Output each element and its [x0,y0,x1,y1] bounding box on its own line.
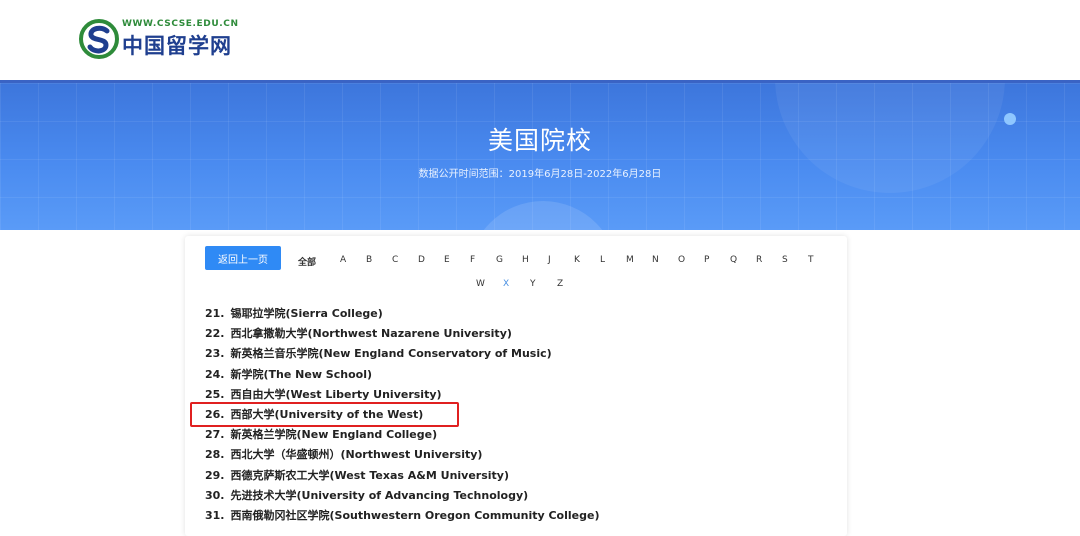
back-button[interactable]: 返回上一页 [205,246,281,270]
filter-letter-r[interactable]: R [756,255,762,265]
site-logo[interactable]: WWW.CSCSE.EDU.CN 中国留学网 [78,16,238,62]
list-item[interactable]: 31. 西南俄勒冈社区学院(Southwestern Oregon Communi… [205,506,599,526]
filter-letter-x[interactable]: X [503,279,509,289]
school-list-card: 返回上一页 全部 A B C D E F G H J K L M N O P Q R S T W X Y Z 21. 锡耶拉学… [185,236,847,536]
school-name-link[interactable]: 西德克萨斯农工大学(West Texas A&M University) [231,469,510,482]
list-item-number: 31. [205,508,225,522]
filter-letter-l[interactable]: L [600,255,605,265]
list-item-number: 23. [205,347,225,361]
filter-letter-d[interactable]: D [418,255,425,265]
school-name-link[interactable]: 新学院(The New School) [231,368,373,381]
filter-letter-a[interactable]: A [340,255,346,265]
filter-letter-w[interactable]: W [476,279,485,289]
school-name-link[interactable]: 西北拿撒勒大学(Northwest Nazarene University) [231,327,512,340]
list-item[interactable]: 21. 锡耶拉学院(Sierra College) [205,304,599,324]
list-item-number: 22. [205,327,225,341]
page-title: 美国院校 [487,126,592,155]
school-name-link[interactable]: 西部大学(University of the West) [231,408,424,421]
list-item[interactable]: 24. 新学院(The New School) [205,365,599,385]
school-name-link[interactable]: 新英格兰学院(New England College) [231,428,438,441]
list-item[interactable]: 22. 西北拿撒勒大学(Northwest Nazarene University… [205,324,599,344]
filter-letter-j[interactable]: J [548,255,551,265]
school-name-link[interactable]: 先进技术大学(University of Advancing Technolog… [231,489,529,502]
list-item[interactable]: 23. 新英格兰音乐学院(New England Conservatory of … [205,344,599,364]
logo-name-text: 中国留学网 [122,33,232,58]
filter-letter-t[interactable]: T [808,255,814,265]
site-header: WWW.CSCSE.EDU.CN 中国留学网 [0,0,1080,80]
school-name-link[interactable]: 西北大学（华盛顿州）(Northwest University) [231,448,483,461]
list-item[interactable]: 30. 先进技术大学(University of Advancing Techno… [205,486,599,506]
filter-letter-p[interactable]: P [704,255,709,265]
filter-letter-c[interactable]: C [392,255,398,265]
list-item[interactable]: 26. 西部大学(University of the West) [205,405,599,425]
filter-letter-k[interactable]: K [574,255,580,265]
filter-letter-y[interactable]: Y [530,279,536,289]
filter-letter-o[interactable]: O [678,255,685,265]
list-item-number: 29. [205,468,225,482]
list-item-number: 21. [205,307,225,320]
globe-s-logo-icon [79,19,119,59]
filter-letter-g[interactable]: G [496,255,503,265]
filter-letter-n[interactable]: N [652,255,659,265]
school-list: 21. 锡耶拉学院(Sierra College) 22. 西北拿撒勒大学(North… [205,304,599,526]
list-item-number: 25. [205,387,225,401]
list-item[interactable]: 29. 西德克萨斯农工大学(West Texas A&M University) [205,466,599,486]
list-item-number: 24. [205,367,225,381]
list-item-number: 28. [205,448,225,462]
filter-letter-h[interactable]: H [522,255,529,265]
list-item[interactable]: 25. 西自由大学(West Liberty University) [205,385,599,405]
filter-letter-e[interactable]: E [444,255,450,265]
school-name-link[interactable]: 西自由大学(West Liberty University) [231,388,442,401]
school-name-link[interactable]: 锡耶拉学院(Sierra College) [231,307,383,320]
data-period-subtitle: 数据公开时间范围：2019年6月28日-2022年6月28日 [418,169,662,180]
school-name-link[interactable]: 西南俄勒冈社区学院(Southwestern Oregon Community … [231,509,600,522]
filter-all[interactable]: 全部 [298,255,316,268]
page-banner: 美国院校 数据公开时间范围：2019年6月28日-2022年6月28日 [0,80,1080,230]
filter-letter-s[interactable]: S [782,255,788,265]
list-item-number: 30. [205,488,225,502]
list-item[interactable]: 28. 西北大学（华盛顿州）(Northwest University) [205,445,599,465]
filter-letter-b[interactable]: B [366,255,372,265]
list-item[interactable]: 27. 新英格兰学院(New England College) [205,425,599,445]
school-name-link[interactable]: 新英格兰音乐学院(New England Conservatory of Mus… [231,347,552,360]
filter-letter-f[interactable]: F [470,255,475,265]
filter-letter-q[interactable]: Q [730,255,737,265]
list-item-number: 26. [205,407,225,421]
list-item-number: 27. [205,428,225,442]
logo-url-text: WWW.CSCSE.EDU.CN [122,19,239,29]
filter-letter-z[interactable]: Z [557,279,563,289]
filter-letter-m[interactable]: M [626,255,634,265]
